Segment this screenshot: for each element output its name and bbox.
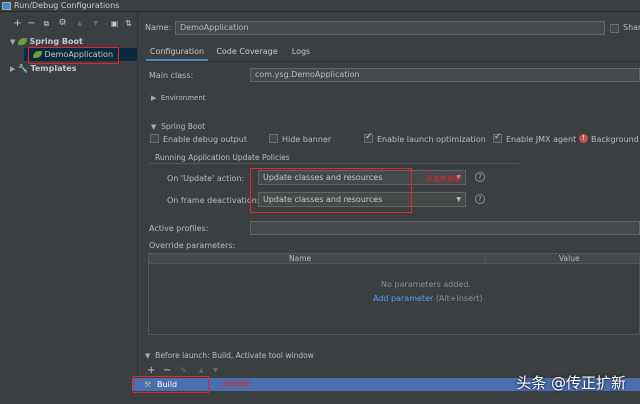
expand-arrow-icon: ▼ [145,352,151,360]
watermark: 头条 @传正扩新 [516,374,626,392]
add-parameter-shortcut: (Alt+Insert) [435,294,483,303]
help-icon[interactable]: ? [475,194,485,204]
app-icon [2,2,11,10]
spring-boot-icon [17,38,27,45]
on-update-annotation: 开启热部署 [426,175,461,183]
name-input[interactable]: DemoApplication [175,21,605,35]
window-title: Run/Debug Configurations [14,1,120,10]
expand-arrow-icon: ▼ [151,123,157,131]
spring-boot-section-title: Spring Boot [161,122,206,131]
annotation-box-update-policies [250,168,412,213]
build-annotation: 自动编译 [222,380,250,388]
tab-code-coverage[interactable]: Code Coverage [212,45,282,61]
override-parameters-table[interactable]: Name Value No parameters added. Add para… [148,253,640,335]
expand-arrow-icon: ▶ [151,94,157,102]
tabs-divider [144,61,640,62]
column-header-value[interactable]: Value [559,254,580,264]
tree-templates-label: Templates [30,64,77,73]
move-up-icon[interactable]: ▲ [74,18,85,29]
hide-banner-label: Hide banner [282,135,332,144]
enable-jmx-agent-checkbox[interactable] [493,132,502,143]
enable-jmx-agent-label: Enable JMX agent [506,135,577,144]
empty-table-text: No parameters added. [381,280,471,289]
annotation-box-build [133,376,209,393]
add-parameter-row: Add parameter (Alt+Insert) [373,294,483,303]
active-profiles-label: Active profiles: [149,224,209,233]
move-task-up-icon[interactable]: ▲ [199,367,204,374]
wrench-icon: 🔧 [17,64,28,73]
on-frame-deactivation-label: On frame deactivation: [167,196,260,205]
add-parameter-link[interactable]: Add parameter [373,294,433,303]
settings-icon[interactable]: ⚙ [57,18,68,29]
remove-icon[interactable]: − [26,18,37,29]
environment-label: Environment [160,94,206,102]
name-label: Name: [145,23,172,32]
dropdown-arrow-icon: ▼ [456,196,461,203]
main-class-label: Main class: [149,71,194,80]
background-compilation-label: Background c [591,135,640,144]
add-icon[interactable]: + [12,18,23,29]
enable-launch-optimization-checkbox[interactable] [364,132,373,143]
enable-debug-output-label: Enable debug output [163,135,247,144]
tree-group-templates[interactable]: ▶ 🔧 Templates [10,62,137,75]
copy-icon[interactable]: ⧉ [41,18,52,29]
sort-icon[interactable]: ⇅ [123,18,134,29]
help-icon[interactable]: ? [475,172,485,182]
hide-banner-checkbox[interactable] [269,134,278,143]
expand-arrow-icon[interactable]: ▼ [10,38,15,46]
share-checkbox[interactable] [610,24,619,33]
tab-configuration[interactable]: Configuration [146,45,208,61]
column-divider [485,254,486,264]
tab-logs[interactable]: Logs [286,45,316,61]
update-policies-title: Running Application Update Policies [155,153,290,162]
table-header: Name Value [149,254,639,264]
share-label: Share [623,23,640,32]
environment-expander[interactable]: ▶ Environment [151,94,206,102]
column-header-name[interactable]: Name [289,254,311,264]
remove-task-icon[interactable]: − [163,365,171,376]
tree-group-label: Spring Boot [29,37,83,46]
warning-icon: ! [579,134,588,143]
before-launch-section[interactable]: ▼ Before launch: Build, Activate tool wi… [145,351,314,360]
override-parameters-label: Override parameters: [149,241,236,250]
update-policies-divider [149,163,519,164]
collapse-arrow-icon[interactable]: ▶ [10,65,15,73]
enable-debug-output-checkbox[interactable] [150,134,159,143]
folder-icon[interactable]: ▣ [109,18,120,29]
title-bar: Run/Debug Configurations [0,0,640,12]
edit-task-icon[interactable]: ✎ [180,366,187,375]
add-task-icon[interactable]: + [147,365,155,376]
main-class-input[interactable]: com.ysg.DemoApplication [250,68,640,82]
spring-boot-section[interactable]: ▼ Spring Boot [151,122,205,131]
enable-launch-optimization-label: Enable launch optimization [377,135,486,144]
active-profiles-input[interactable] [250,221,640,235]
move-task-down-icon[interactable]: ▼ [213,367,218,374]
on-update-label: On 'Update' action: [167,174,245,183]
move-down-icon[interactable]: ▼ [90,18,101,29]
before-launch-title: Before launch: Build, Activate tool wind… [155,351,314,360]
